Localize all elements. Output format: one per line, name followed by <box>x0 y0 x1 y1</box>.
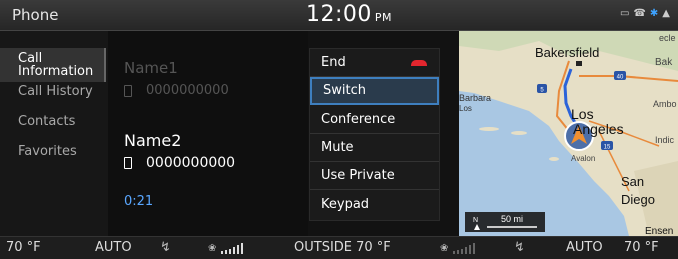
map-canvas: 40 5 15 Bakersfield Bak Barbara Los Los … <box>459 31 678 236</box>
driver-auto-mode[interactable]: AUTO <box>95 240 132 255</box>
fan-level-bars-icon <box>452 242 475 254</box>
driver-temp[interactable]: 70 °F <box>6 240 41 255</box>
active-caller-number: 0000000000 <box>124 155 235 171</box>
climate-bar: 70 °F AUTO ↯ ❀ OUTSIDE 70 °F ❀ ↯ AUTO 70… <box>0 236 678 259</box>
fan-speed-right[interactable]: ❀ <box>440 240 479 255</box>
map-label-bak: Bak <box>655 57 673 68</box>
outside-temp: OUTSIDE 70 °F <box>294 240 391 255</box>
phone-signal-icon: ☎ <box>633 8 646 19</box>
map-label-bakersfield: Bakersfield <box>535 45 599 60</box>
sidebar-item-contacts[interactable]: Contacts <box>0 114 106 129</box>
map-label-avalon: Avalon <box>571 154 595 163</box>
fan-speed-left[interactable]: ❀ <box>208 240 247 255</box>
menu-item-switch[interactable]: Switch <box>310 77 439 105</box>
fan-icon: ❀ <box>440 243 449 254</box>
map-label-angeles: Angeles <box>573 121 624 137</box>
sidebar-item-favorites[interactable]: Favorites <box>0 144 106 159</box>
map-label-los: Los <box>571 106 594 122</box>
interstate-40-shield: 40 <box>614 71 626 81</box>
sidebar-item-call-history[interactable]: Call History <box>0 84 106 99</box>
fan-level-bars-icon <box>220 242 243 254</box>
seat-airflow-icon[interactable]: ↯ <box>160 240 171 255</box>
map-label-san: San <box>621 174 644 189</box>
held-caller-name: Name1 <box>124 59 178 77</box>
signal-bars-icon: ▲ <box>662 8 670 19</box>
held-number-text: 0000000000 <box>146 83 229 98</box>
mobile-phone-icon <box>124 84 132 97</box>
svg-text:40: 40 <box>617 75 624 81</box>
map-label-barbara: Los <box>459 104 472 113</box>
svg-text:15: 15 <box>604 145 611 151</box>
menu-item-use-private[interactable]: Use Private <box>310 162 439 190</box>
bluetooth-icon: ✱ <box>649 8 659 19</box>
passenger-auto-mode[interactable]: AUTO <box>566 240 603 255</box>
passenger-temp[interactable]: 70 °F <box>624 240 659 255</box>
map-label-diego: Diego <box>621 192 655 207</box>
seat-airflow-icon[interactable]: ↯ <box>514 240 525 255</box>
sidebar: Call Information Call History Contacts F… <box>0 31 108 236</box>
fan-icon: ❀ <box>208 243 217 254</box>
map-scale-label: 50 mi <box>501 214 523 224</box>
interstate-5-shield: 5 <box>537 84 547 94</box>
status-bar: Phone 12:00 PM ▭ ☎ ✱ ▲ <box>0 0 678 31</box>
clock-time: 12:00 <box>306 2 372 27</box>
active-number-text: 0000000000 <box>146 155 236 171</box>
active-caller-name: Name2 <box>124 131 182 150</box>
menu-item-mute[interactable]: Mute <box>310 134 439 162</box>
menu-item-keypad[interactable]: Keypad <box>310 191 439 219</box>
app-title: Phone <box>12 6 59 24</box>
menu-item-conference[interactable]: Conference <box>310 106 439 134</box>
held-caller-number: 0000000000 <box>124 83 229 98</box>
call-panel: Name1 0000000000 Name2 0000000000 0:21 <box>108 31 308 236</box>
status-icons: ▭ ☎ ✱ ▲ <box>620 8 670 19</box>
map-label-ensen: Ensen <box>645 226 673 236</box>
menu-item-label: End <box>321 55 346 70</box>
call-timer: 0:21 <box>124 194 154 209</box>
map-label-indic: Indic <box>655 135 675 145</box>
clock-ampm: PM <box>374 11 393 24</box>
battery-icon: ▭ <box>619 8 630 19</box>
map-label-ecle: ecle <box>659 33 676 43</box>
screen: Phone 12:00 PM ▭ ☎ ✱ ▲ Call Information C… <box>0 0 678 259</box>
hang-up-icon <box>411 60 427 66</box>
north-indicator: N <box>473 217 478 224</box>
destination-flag-icon <box>576 61 582 66</box>
menu-item-end[interactable]: End <box>310 49 439 77</box>
clock: 12:00 PM <box>306 2 392 27</box>
interstate-15-shield: 15 <box>601 141 613 151</box>
navigation-map[interactable]: 40 5 15 Bakersfield Bak Barbara Los Los … <box>459 31 678 236</box>
mobile-phone-icon <box>124 157 132 169</box>
map-label-ambo: Ambo <box>653 99 677 109</box>
map-label-santa: Barbara <box>459 93 491 103</box>
sidebar-item-call-information[interactable]: Call Information <box>0 48 106 82</box>
call-options-menu: End Switch Conference Mute Use Private K… <box>309 48 440 221</box>
